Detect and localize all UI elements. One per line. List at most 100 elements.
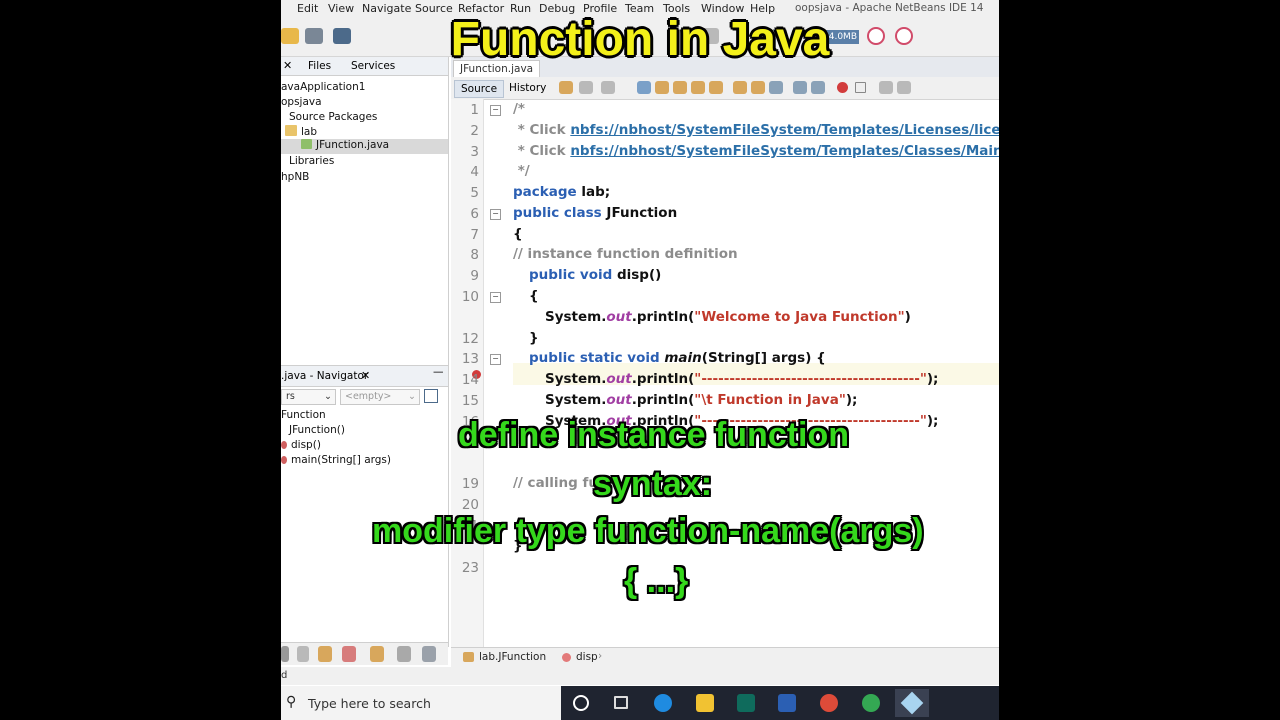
line-number: 9 [470, 268, 479, 284]
word-icon[interactable] [778, 694, 796, 712]
code-line-1[interactable]: /* [513, 101, 525, 117]
nav-item-disp[interactable]: disp() [281, 439, 321, 451]
comment-icon[interactable] [879, 81, 893, 94]
line-number: 19 [461, 476, 479, 492]
code-line-14[interactable]: System.out.println("--------------------… [545, 371, 938, 387]
field-out: out [606, 392, 632, 408]
history-icon[interactable] [601, 81, 615, 94]
find-next-icon[interactable] [673, 81, 687, 94]
code-line-6[interactable]: public class JFunction [513, 205, 677, 221]
filter-icon[interactable] [370, 646, 384, 662]
line-number: 5 [470, 185, 479, 201]
app-icon[interactable] [737, 694, 755, 712]
code-line-11[interactable]: System.out.println("Welcome to Java Func… [545, 309, 911, 325]
lock-icon[interactable] [318, 646, 332, 662]
chrome-icon[interactable] [820, 694, 838, 712]
navigator-footer-toolbar [281, 642, 448, 665]
code-line-2[interactable]: * Click nbfs://nbhost/SystemFileSystem/T… [513, 122, 999, 138]
minimize-icon[interactable]: — [433, 366, 444, 378]
chevron-down-icon: ⌄ [324, 391, 332, 402]
uncomment-icon[interactable] [897, 81, 911, 94]
code-text: .println( [631, 371, 695, 387]
filter-icon[interactable] [281, 646, 289, 662]
line-number: 14 [461, 372, 479, 388]
breadcrumb-class[interactable]: lab.JFunction [479, 651, 546, 663]
code-line-8[interactable]: // instance function definition [513, 246, 738, 262]
string-literal: "Welcome to Java Function" [694, 309, 905, 325]
code-line-12[interactable]: } [529, 330, 539, 346]
edge-icon[interactable] [654, 694, 672, 712]
shift-right-icon[interactable] [811, 81, 825, 94]
tab-history[interactable]: History [503, 80, 552, 96]
back-icon[interactable] [559, 81, 573, 94]
tree-item-javaapplication1[interactable]: avaApplication1 [281, 81, 365, 93]
template-link[interactable]: nbfs://nbhost/SystemFileSystem/Templates… [570, 143, 999, 159]
fold-toggle[interactable]: − [490, 105, 501, 116]
string-literal: "\t Function in Java" [694, 392, 846, 408]
nav-item-main[interactable]: main(String[] args) [281, 454, 391, 466]
highlight-icon[interactable] [709, 81, 723, 94]
code-line-3[interactable]: * Click nbfs://nbhost/SystemFileSystem/T… [513, 143, 999, 159]
tree-item-libraries[interactable]: Libraries [289, 155, 334, 167]
forward-icon[interactable] [579, 81, 593, 94]
code-line-19[interactable]: // calling fu [513, 475, 598, 491]
line-number: 20 [461, 497, 479, 513]
line-number: 3 [470, 144, 479, 160]
editor-toolbar: Source History [451, 77, 999, 100]
netbeans-taskbar-button[interactable] [895, 689, 929, 717]
sort-icon[interactable] [422, 646, 436, 662]
tab-source[interactable]: Source [454, 80, 505, 98]
tree-item-source-packages[interactable]: Source Packages [289, 111, 377, 123]
filter-icon[interactable] [342, 646, 356, 662]
keyword: public class [513, 205, 602, 221]
code-line-10[interactable]: { [529, 288, 539, 304]
stop-macro-icon[interactable] [855, 82, 866, 93]
find-previous-icon[interactable] [655, 81, 669, 94]
fold-toggle[interactable]: − [490, 292, 501, 303]
fold-toggle[interactable]: − [490, 209, 501, 220]
template-link[interactable]: nbfs://nbhost/SystemFileSystem/Templates… [570, 122, 999, 138]
projects-panel: ✕ Files Services avaApplication1 opsjava… [281, 57, 449, 665]
netbeans-window: Edit View Navigate Source Refactor Run D… [281, 0, 999, 720]
chrome-icon[interactable] [862, 694, 880, 712]
tree-item-hpnb[interactable]: hpNB [281, 171, 309, 183]
code-line-13[interactable]: public static void main(String[] args) { [529, 350, 826, 366]
navigator-member-combo[interactable]: <empty> ⌄ [340, 389, 420, 405]
code-line-7[interactable]: { [513, 226, 523, 242]
line-number: 7 [470, 227, 479, 243]
breadcrumb-method[interactable]: disp [576, 651, 598, 663]
nav-item-constructor[interactable]: JFunction() [289, 424, 345, 436]
navigator-title: .java - Navigator [281, 370, 369, 382]
code-line-15[interactable]: System.out.println("\t Function in Java"… [545, 392, 857, 408]
code-line-9[interactable]: public void disp() [529, 267, 661, 283]
close-icon[interactable]: ✕ [361, 369, 370, 382]
cortana-icon[interactable] [573, 695, 589, 711]
file-explorer-icon[interactable] [696, 694, 714, 712]
tree-item-oopsjava[interactable]: opsjava [281, 96, 322, 108]
tree-item-lab[interactable]: lab [285, 125, 317, 138]
task-view-icon[interactable] [614, 696, 628, 709]
line-number: 10 [461, 289, 479, 305]
previous-bookmark-icon[interactable] [733, 81, 747, 94]
field-out: out [606, 371, 632, 387]
toggle-bookmark-icon[interactable] [769, 81, 783, 94]
next-bookmark-icon[interactable] [751, 81, 765, 94]
code-line-5[interactable]: package lab; [513, 184, 610, 200]
fold-toggle[interactable]: − [490, 354, 501, 365]
code-line-4[interactable]: */ [513, 163, 530, 179]
line-number: 6 [470, 206, 479, 222]
nav-item-class[interactable]: Function [281, 409, 326, 421]
shift-left-icon[interactable] [793, 81, 807, 94]
navigator-options-icon[interactable] [424, 389, 438, 403]
method-icon [281, 441, 287, 449]
sort-icon[interactable] [397, 646, 411, 662]
search-icon[interactable] [637, 81, 651, 94]
navigator-filter-combo[interactable]: rs ⌄ [281, 389, 336, 405]
java-file-icon [301, 139, 312, 149]
taskbar-search[interactable]: ⚲ Type here to search [281, 686, 561, 720]
tree-item-jfunction[interactable]: JFunction.java [281, 139, 448, 154]
filter-icon[interactable] [297, 646, 309, 662]
record-macro-icon[interactable] [837, 82, 848, 93]
find-selection-icon[interactable] [691, 81, 705, 94]
code-text: System. [545, 392, 607, 408]
